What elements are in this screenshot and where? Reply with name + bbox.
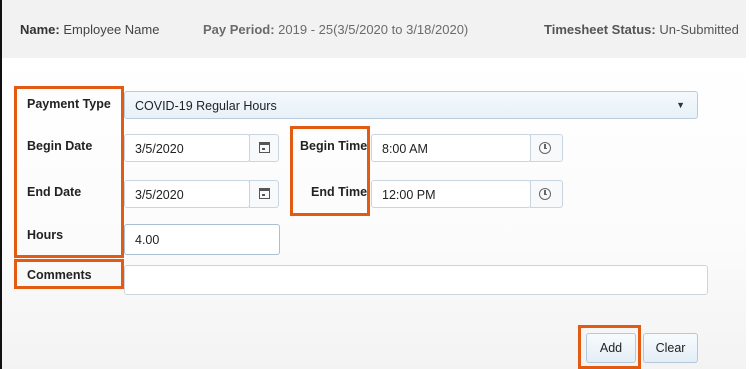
- begin-time-clock-button[interactable]: [530, 134, 563, 162]
- pay-period: Pay Period: 2019 - 25(3/5/2020 to 3/18/2…: [203, 22, 468, 37]
- hours-value: 4.00: [135, 233, 160, 247]
- employee-name: Name: Employee Name: [20, 22, 159, 37]
- end-date-calendar-button[interactable]: [249, 180, 279, 208]
- clear-button[interactable]: Clear: [643, 333, 698, 363]
- clock-icon: [539, 188, 551, 200]
- calendar-icon: [259, 142, 270, 153]
- highlight-comments-box: [14, 259, 124, 289]
- status-label: Timesheet Status:: [544, 22, 656, 37]
- timesheet-status: Timesheet Status: Un-Submitted: [544, 22, 739, 37]
- begin-time-input[interactable]: 8:00 AM: [371, 134, 531, 162]
- begin-time-value: 8:00 AM: [382, 142, 428, 156]
- begin-date-input[interactable]: 3/5/2020: [124, 134, 250, 162]
- begin-date-value: 3/5/2020: [135, 142, 184, 156]
- end-time-clock-button[interactable]: [530, 180, 563, 208]
- chevron-down-icon: ▼: [676, 100, 685, 110]
- payment-type-value: COVID-19 Regular Hours: [135, 99, 277, 113]
- pay-period-label: Pay Period:: [203, 22, 275, 37]
- end-date-input[interactable]: 3/5/2020: [124, 180, 250, 208]
- pay-period-value: 2019 - 25(3/5/2020 to 3/18/2020): [278, 22, 469, 37]
- hours-input[interactable]: 4.00: [124, 224, 280, 255]
- timesheet-header: Name: Employee Name Pay Period: 2019 - 2…: [2, 0, 746, 58]
- clock-icon: [539, 142, 551, 154]
- end-time-value: 12:00 PM: [382, 188, 436, 202]
- comments-input[interactable]: [124, 265, 708, 295]
- end-date-value: 3/5/2020: [135, 188, 184, 202]
- status-value: Un-Submitted: [659, 22, 739, 37]
- highlight-add-button-box: [578, 325, 641, 369]
- calendar-icon: [259, 188, 270, 199]
- highlight-time-labels-box: [290, 126, 370, 216]
- end-time-input[interactable]: 12:00 PM: [371, 180, 531, 208]
- name-value: Employee Name: [63, 22, 160, 37]
- payment-type-select[interactable]: COVID-19 Regular Hours ▼: [124, 91, 698, 119]
- highlight-labels-box: [14, 86, 124, 258]
- begin-date-calendar-button[interactable]: [249, 134, 279, 162]
- name-label: Name:: [20, 22, 60, 37]
